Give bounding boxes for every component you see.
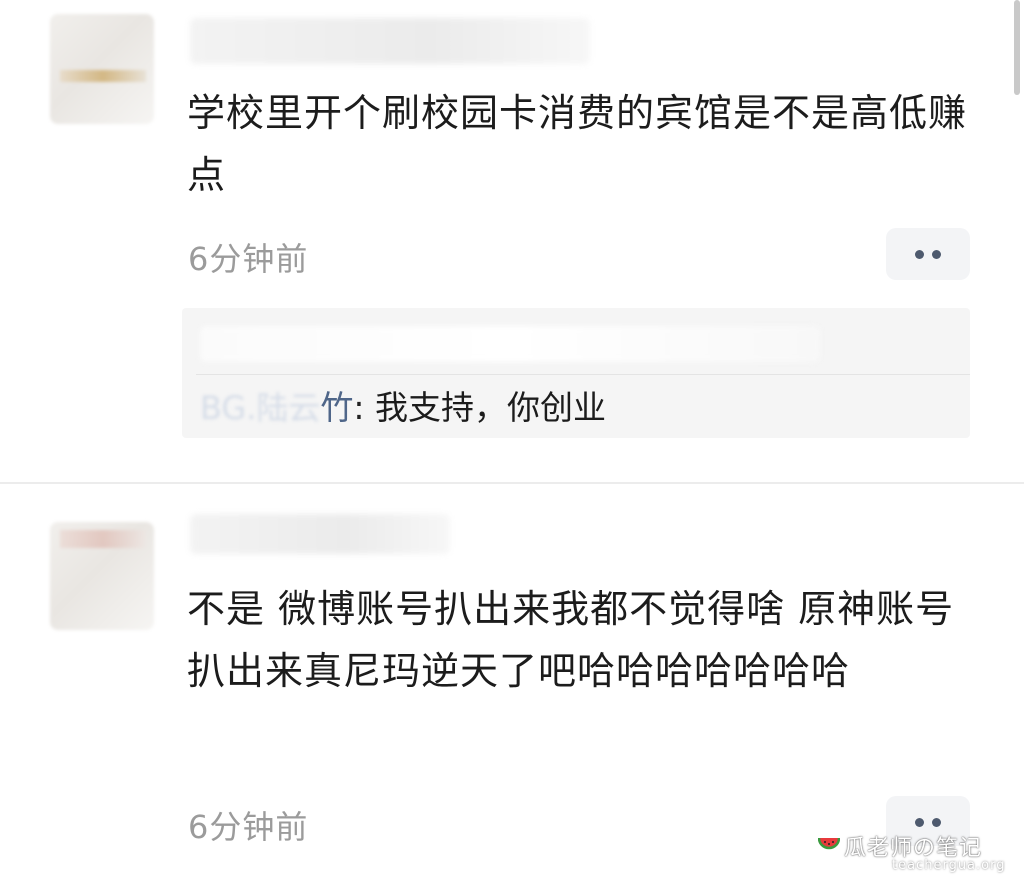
comment-text: 学校里开个刷校园卡消费的宾馆是不是高低赚点 [187,91,968,197]
reply-divider [196,374,970,375]
more-dots-icon [915,250,924,259]
comment-item: 不是 微博账号扒出来我都不觉得啥 原神账号扒出来真尼玛逆天了吧哈哈哈哈哈哈哈 6… [0,484,1024,876]
reply-text: 我支持，你创业 [374,388,606,427]
comment-text: 不是 微博账号扒出来我都不觉得啥 原神账号扒出来真尼玛逆天了吧哈哈哈哈哈哈哈 [187,587,955,693]
timestamp: 6分钟前 [188,240,309,278]
reply-preview[interactable]: BG.陆云竹: 我支持，你创业 [182,308,970,438]
avatar[interactable] [50,522,154,630]
watermelon-icon [818,837,840,850]
username-blurred[interactable] [190,514,450,554]
username-blurred[interactable] [190,18,590,64]
watermark-site: teachergua.org [892,858,1006,873]
more-dots-icon [915,818,924,827]
reply-author[interactable]: 竹 [320,388,353,427]
reply-line: BG.陆云竹: 我支持，你创业 [200,386,606,430]
reply-blurred-line [200,326,820,362]
timestamp: 6分钟前 [188,808,309,846]
reply-separator: : [353,388,375,427]
watermark: 瓜老师の笔记 teachergua.org [812,830,1006,876]
comment-item: 学校里开个刷校园卡消费的宾馆是不是高低赚点 6分钟前 BG.陆云竹: 我支持，你… [0,0,1024,482]
avatar[interactable] [50,14,154,124]
more-options-button[interactable] [886,228,970,280]
reply-author-blurred[interactable]: BG.陆云 [200,386,320,430]
